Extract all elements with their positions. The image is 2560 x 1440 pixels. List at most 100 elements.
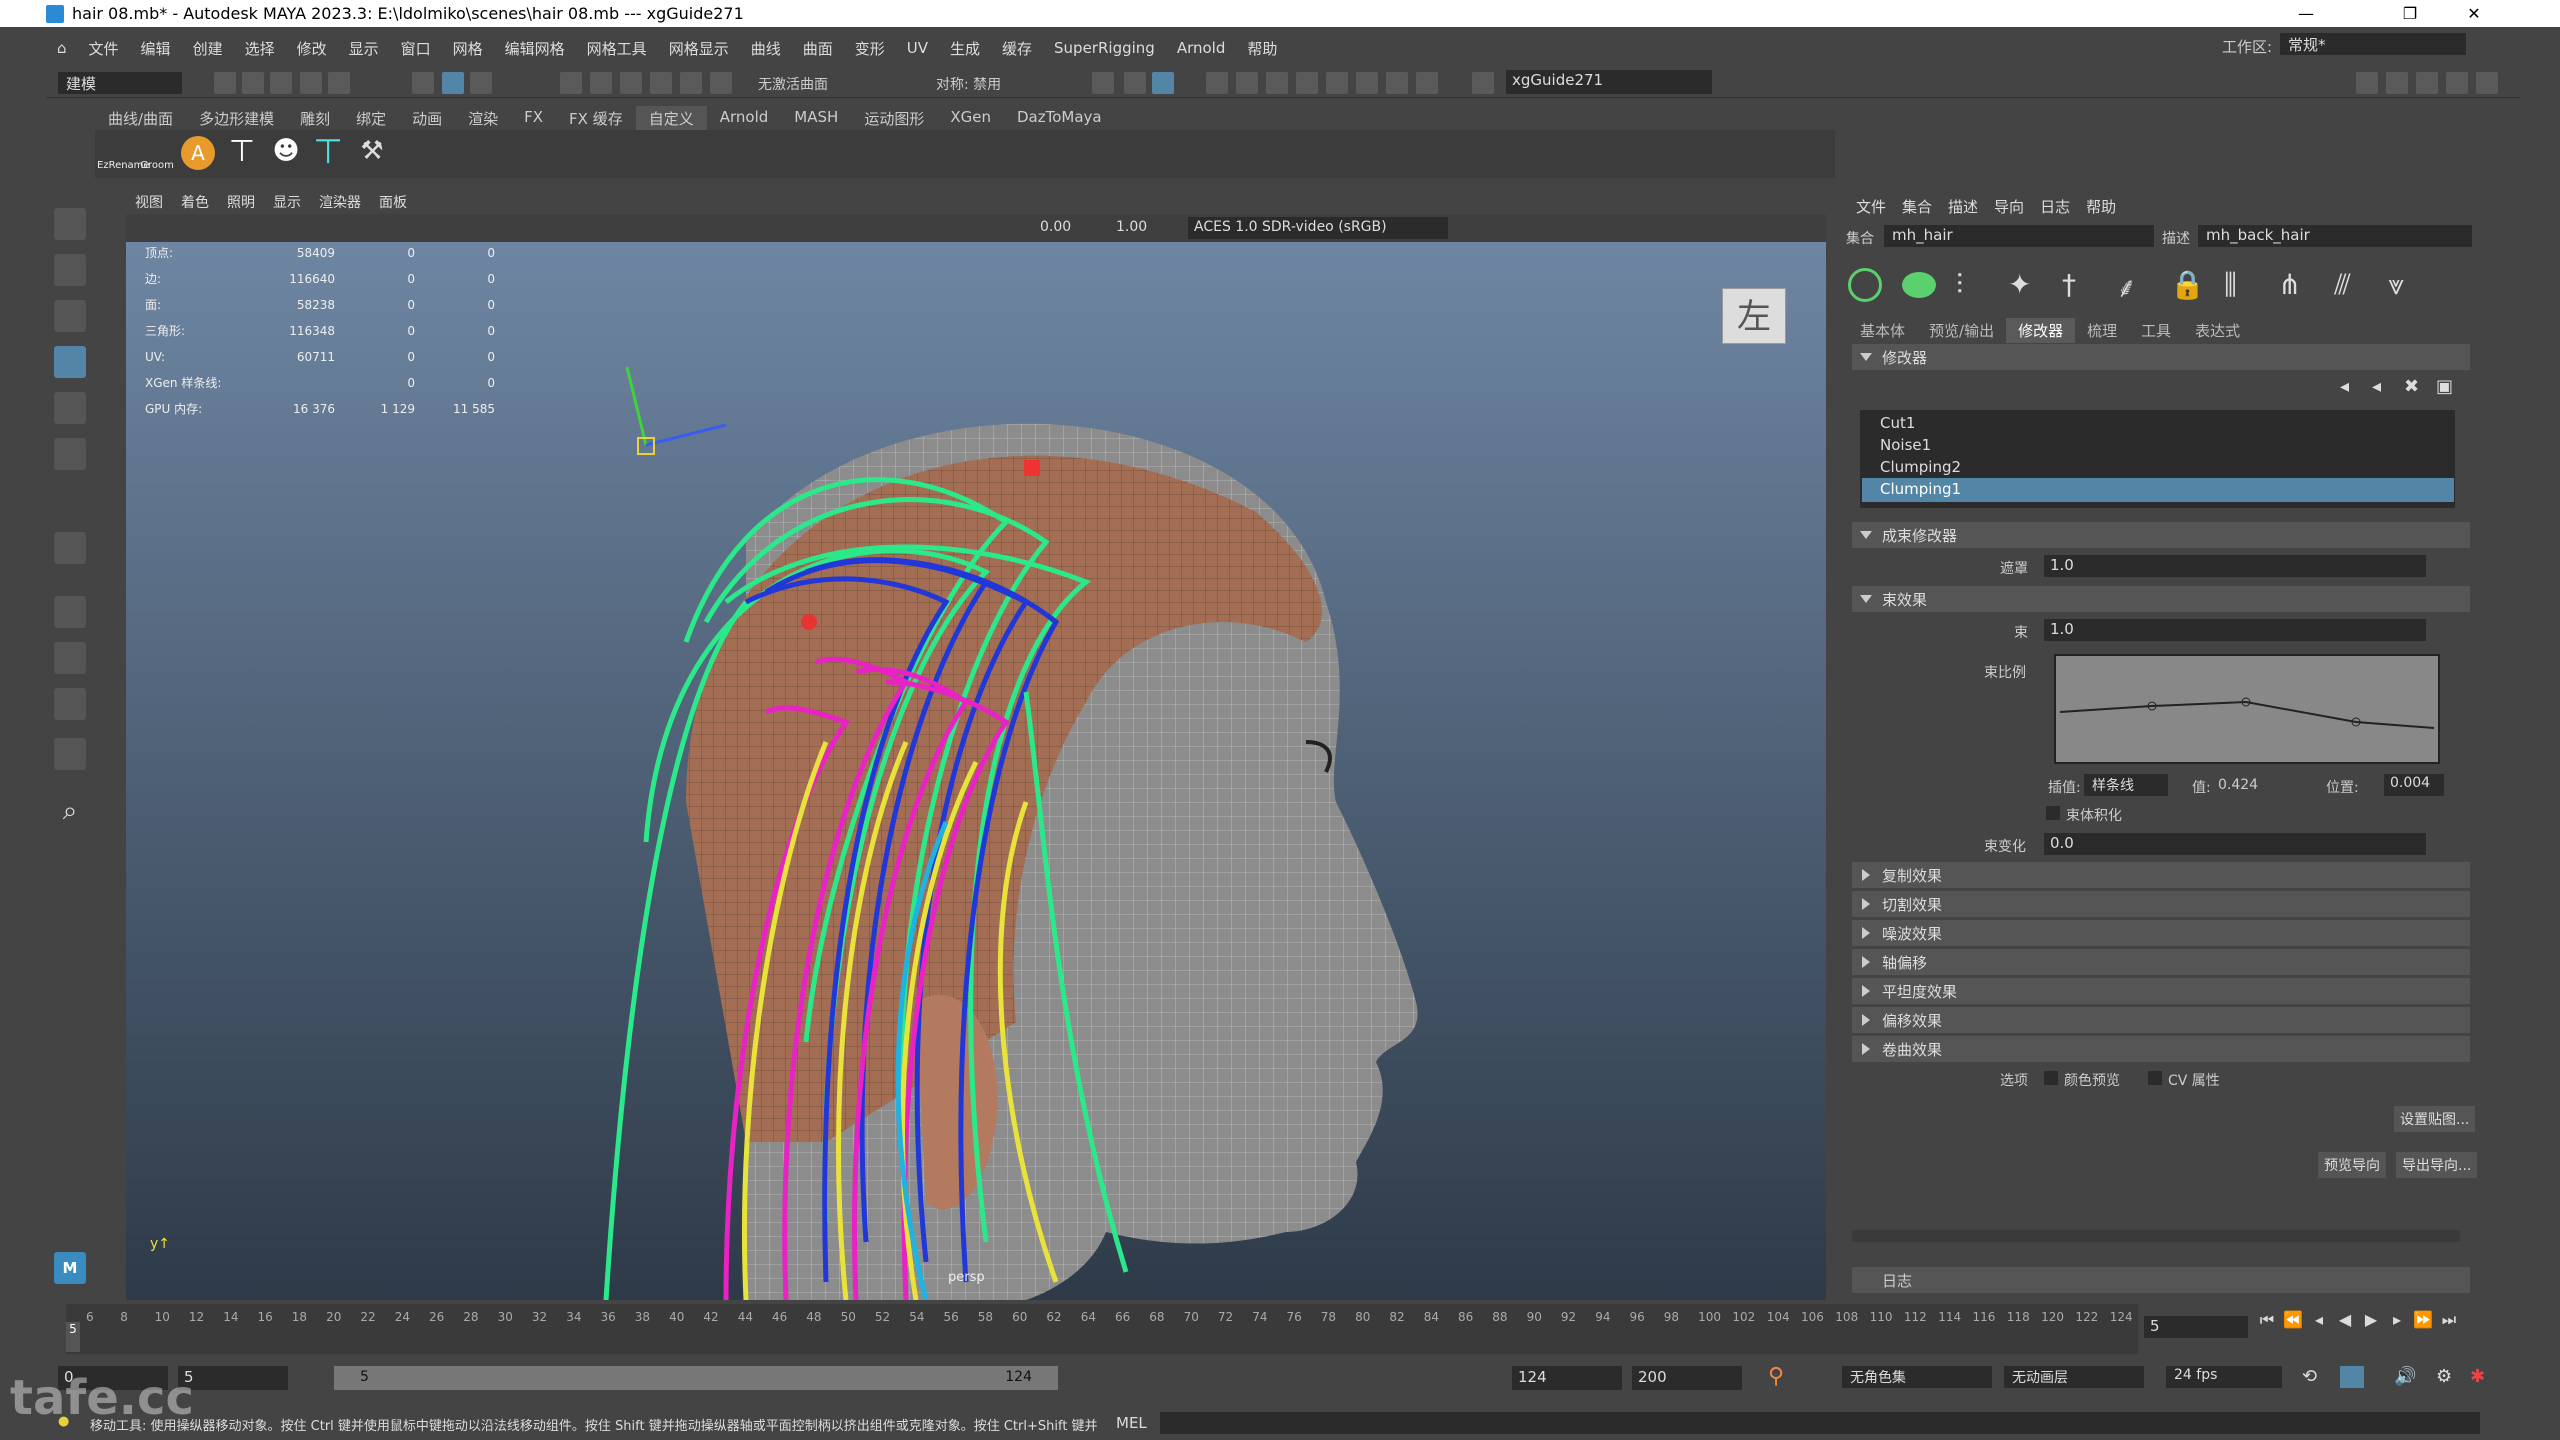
clump-scale-ramp[interactable] <box>2054 654 2440 764</box>
pose-shelf-icon[interactable]: ⊤ <box>311 132 345 174</box>
anim-end-field[interactable]: 124 <box>1512 1366 1622 1390</box>
interp-dropdown[interactable]: 样条线 <box>2084 774 2168 796</box>
log-section[interactable]: 日志 <box>1852 1267 2470 1293</box>
auto-update-icon[interactable] <box>1902 272 1936 298</box>
outliner-icon[interactable] <box>54 738 86 770</box>
input-box-mode-icon[interactable] <box>1472 72 1494 94</box>
modifier-move-down-icon[interactable]: ◂ <box>2372 376 2381 397</box>
new-scene-icon[interactable] <box>214 72 236 94</box>
scene-end-field[interactable]: 200 <box>1632 1366 1742 1390</box>
scale-tool-icon[interactable] <box>54 438 86 470</box>
tab-preview-output[interactable]: 预览/输出 <box>1917 318 2006 343</box>
arnold-render-icon[interactable] <box>1356 72 1378 94</box>
vp-menu-lighting[interactable]: 照明 <box>218 192 264 214</box>
cut-effect-section[interactable]: 切割效果 <box>1852 891 2470 917</box>
shelf-tab-daztomaya[interactable]: DazToMaya <box>1004 106 1115 130</box>
playback-options-icon[interactable]: ✱ <box>2470 1366 2485 1387</box>
arnold-ipr-icon[interactable] <box>1386 72 1408 94</box>
shelf-tab-animation[interactable]: 动画 <box>399 106 455 130</box>
four-view-icon[interactable] <box>54 642 86 674</box>
modifiers-section-header[interactable]: 修改器 <box>1852 344 2470 370</box>
step-back-key-icon[interactable]: ⏪ <box>2280 1310 2306 1330</box>
shelf-tab-custom[interactable]: 自定义 <box>635 106 707 130</box>
mel-label[interactable]: MEL <box>1116 1414 1147 1432</box>
modifier-item-clumping2[interactable]: Clumping2 <box>1880 458 1961 476</box>
modifier-add-icon[interactable]: ▣ <box>2436 376 2453 397</box>
hypershade-icon[interactable] <box>1326 72 1348 94</box>
value-field[interactable]: 0.424 <box>2218 777 2258 793</box>
play-back-icon[interactable]: ◀ <box>2332 1310 2358 1330</box>
preview-icon[interactable] <box>1848 268 1882 302</box>
home-icon[interactable]: ⌂ <box>46 39 78 57</box>
menu-edit-mesh[interactable]: 编辑网格 <box>494 38 576 59</box>
render-view-icon[interactable] <box>1206 72 1228 94</box>
move-tool-icon[interactable] <box>54 346 86 378</box>
xgen-menu-file[interactable]: 文件 <box>1848 196 1894 217</box>
mask-field[interactable]: 1.0 <box>2044 555 2426 577</box>
character-controls-icon[interactable] <box>2386 72 2408 94</box>
auto-key-icon[interactable]: ⚲ <box>1768 1364 1784 1389</box>
menu-cache[interactable]: 缓存 <box>991 38 1043 59</box>
input-ops-icon[interactable] <box>1124 72 1146 94</box>
menu-mesh[interactable]: 网格 <box>442 38 494 59</box>
search-icon[interactable]: ⌕ <box>54 796 86 828</box>
xgen-menu-guides[interactable]: 导向 <box>1986 196 2032 217</box>
menu-mesh-tools[interactable]: 网格工具 <box>576 38 658 59</box>
pause-icon[interactable] <box>1416 72 1438 94</box>
time-slider[interactable] <box>66 1304 2138 1354</box>
shelf-tab-rigging[interactable]: 绑定 <box>343 106 399 130</box>
minimize-button[interactable]: — <box>2282 0 2330 27</box>
collection-dropdown[interactable]: mh_hair <box>1884 225 2154 247</box>
select-hierarchy-icon[interactable] <box>412 72 434 94</box>
vp-menu-panels[interactable]: 面板 <box>370 192 416 214</box>
ipr-render-icon[interactable] <box>1266 72 1288 94</box>
tab-utilities[interactable]: 工具 <box>2129 318 2183 343</box>
shelf-tab-mash[interactable]: MASH <box>781 106 851 130</box>
guide-sculpt-icon[interactable]: ⸙ <box>2116 268 2137 306</box>
snap-view-icon[interactable] <box>650 72 672 94</box>
description-dropdown[interactable]: mh_back_hair <box>2198 225 2472 247</box>
menu-mesh-display[interactable]: 网格显示 <box>658 38 740 59</box>
modifier-move-up-icon[interactable]: ◂ <box>2340 376 2349 397</box>
menu-file[interactable]: 文件 <box>78 38 130 59</box>
noise-effect-section[interactable]: 噪波效果 <box>1852 920 2470 946</box>
menu-surfaces[interactable]: 曲面 <box>792 38 844 59</box>
lasso-tool-icon[interactable] <box>54 254 86 286</box>
snap-grid-icon[interactable] <box>560 72 582 94</box>
guide-move-icon[interactable]: ✦ <box>2008 268 2031 301</box>
last-tool-icon[interactable] <box>54 532 86 564</box>
shelf-tab-rendering[interactable]: 渲染 <box>455 106 511 130</box>
snap-point-icon[interactable] <box>620 72 642 94</box>
guide-scale-icon[interactable]: ⩔ <box>2388 268 2404 302</box>
shelf-tab-fx-cache[interactable]: FX 缓存 <box>556 106 636 130</box>
menu-generate[interactable]: 生成 <box>939 38 991 59</box>
open-scene-icon[interactable] <box>242 72 264 94</box>
modifier-item-cut1[interactable]: Cut1 <box>1880 414 1915 432</box>
snap-curve-icon[interactable] <box>590 72 612 94</box>
single-view-icon[interactable] <box>54 596 86 628</box>
guide-bend-icon[interactable]: ⫻ <box>2334 268 2351 302</box>
xgen-menu-help[interactable]: 帮助 <box>2078 196 2124 217</box>
object-name-field[interactable]: xgGuide271 <box>1506 70 1712 94</box>
shelf-tab-fx[interactable]: FX <box>511 106 556 130</box>
modifier-item-noise1[interactable]: Noise1 <box>1880 436 1931 454</box>
clump-effect-section-header[interactable]: 束效果 <box>1852 586 2470 612</box>
manipulator-x-handle[interactable] <box>1024 460 1040 476</box>
menu-display[interactable]: 显示 <box>338 38 390 59</box>
guide-rebuild-icon[interactable]: ⫼ <box>2224 268 2237 302</box>
snap-vertex-icon[interactable] <box>710 72 732 94</box>
menu-edit[interactable]: 编辑 <box>130 38 182 59</box>
attribute-editor-toggle-icon[interactable] <box>2416 72 2438 94</box>
menu-arnold[interactable]: Arnold <box>1166 39 1237 57</box>
render-frame-icon[interactable] <box>1236 72 1258 94</box>
export-guides-button[interactable]: 导出导向... <box>2396 1152 2478 1178</box>
rotate-tool-icon[interactable] <box>54 392 86 424</box>
workspace-dropdown[interactable]: 常规* <box>2280 33 2466 55</box>
select-object-icon[interactable] <box>442 72 464 94</box>
character-set-dropdown[interactable]: 无角色集 <box>1842 1366 1992 1388</box>
menu-windows[interactable]: 窗口 <box>390 38 442 59</box>
shelf-tab-xgen[interactable]: XGen <box>937 106 1004 130</box>
select-component-icon[interactable] <box>470 72 492 94</box>
construction-history-icon[interactable] <box>1092 72 1114 94</box>
arnold-shelf-icon[interactable]: A <box>181 136 215 170</box>
